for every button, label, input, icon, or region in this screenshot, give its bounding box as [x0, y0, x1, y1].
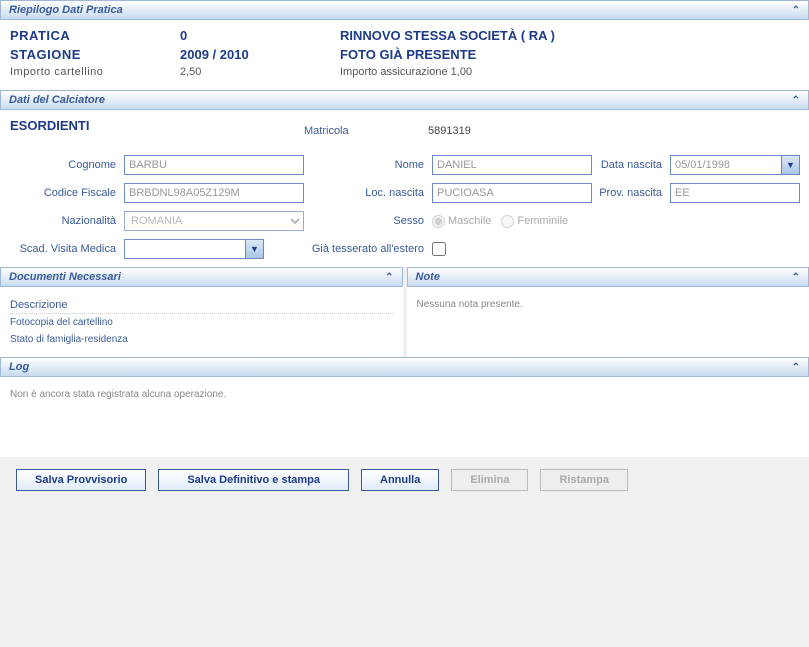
category-title: ESORDIENTI [10, 118, 300, 133]
sesso-radio-group: Maschile Femminile [432, 215, 592, 228]
cognome-label: Cognome [10, 159, 120, 171]
log-panel-body: Non è ancora stata registrata alcuna ope… [0, 377, 809, 457]
summary-header-title: Riepilogo Dati Pratica [9, 4, 123, 16]
data-nascita-field[interactable]: ▼ [670, 155, 800, 175]
salva-provvisorio-button[interactable]: Salva Provvisorio [16, 469, 146, 491]
collapse-icon[interactable]: ⌃ [792, 362, 800, 373]
nazionalita-label: Nazionalità [10, 215, 120, 227]
pratica-value: 0 [180, 28, 340, 43]
notes-panel-header[interactable]: Note ⌃ [407, 267, 809, 287]
cognome-input[interactable] [124, 155, 304, 175]
stagione-label: STAGIONE [10, 47, 180, 62]
player-header-title: Dati del Calciatore [9, 94, 105, 106]
matricola-label: Matricola [304, 125, 424, 137]
nome-input[interactable] [432, 155, 592, 175]
salva-definitivo-button[interactable]: Salva Definitivo e stampa [158, 469, 349, 491]
sesso-label: Sesso [308, 215, 428, 227]
operation-type: RINNOVO STESSA SOCIETÀ ( RA ) [340, 28, 555, 43]
summary-panel-header[interactable]: Riepilogo Dati Pratica ⌃ [0, 0, 809, 20]
scad-visita-input[interactable] [125, 240, 245, 258]
sesso-maschile-radio [432, 215, 445, 228]
scad-visita-label: Scad. Visita Medica [10, 243, 120, 255]
docs-panel-body: Descrizione Fotocopia del cartellino Sta… [0, 287, 403, 357]
player-panel-header[interactable]: Dati del Calciatore ⌃ [0, 90, 809, 110]
importo-cartellino-value: 2,50 [180, 66, 340, 78]
cf-label: Codice Fiscale [10, 187, 120, 199]
chevron-down-icon[interactable]: ▼ [781, 156, 799, 174]
log-header-title: Log [9, 361, 29, 373]
prov-nascita-label: Prov. nascita [596, 187, 666, 199]
notes-panel-body: Nessuna nota presente. [407, 287, 809, 357]
chevron-down-icon[interactable]: ▼ [245, 240, 263, 258]
notes-empty-text: Nessuna nota presente. [417, 295, 800, 314]
matricola-value: 5891319 [428, 125, 471, 137]
data-nascita-label: Data nascita [596, 159, 666, 171]
annulla-button[interactable]: Annulla [361, 469, 439, 491]
button-bar: Salva Provvisorio Salva Definitivo e sta… [0, 457, 809, 503]
doc-item[interactable]: Stato di famiglia-residenza [10, 331, 393, 348]
tesserato-label: Già tesserato all'estero [308, 243, 428, 255]
nome-label: Nome [308, 159, 428, 171]
collapse-icon[interactable]: ⌃ [792, 272, 800, 283]
doc-item[interactable]: Fotocopia del cartellino [10, 314, 393, 331]
cf-input[interactable] [124, 183, 304, 203]
importo-assicurazione: Importo assicurazione 1,00 [340, 66, 472, 78]
loc-nascita-label: Loc. nascita [308, 187, 428, 199]
stagione-value: 2009 / 2010 [180, 47, 340, 62]
prov-nascita-input[interactable] [670, 183, 800, 203]
sesso-femminile-radio [501, 215, 514, 228]
docs-panel-header[interactable]: Documenti Necessari ⌃ [0, 267, 403, 287]
log-panel-header[interactable]: Log ⌃ [0, 357, 809, 377]
nazionalita-select[interactable]: ROMANIA [124, 211, 304, 231]
docs-header-title: Documenti Necessari [9, 271, 121, 283]
foto-status: FOTO GIÀ PRESENTE [340, 47, 476, 62]
ristampa-button: Ristampa [540, 469, 628, 491]
collapse-icon[interactable]: ⌃ [792, 5, 800, 16]
player-panel-body: ESORDIENTI Matricola 5891319 Cognome Nom… [0, 110, 809, 267]
collapse-icon[interactable]: ⌃ [792, 95, 800, 106]
log-empty-text: Non è ancora stata registrata alcuna ope… [10, 385, 799, 404]
docs-desc-label: Descrizione [10, 295, 393, 314]
collapse-icon[interactable]: ⌃ [385, 272, 393, 283]
importo-cartellino-label: Importo cartellino [10, 66, 180, 78]
tesserato-checkbox[interactable] [432, 242, 446, 256]
scad-visita-field[interactable]: ▼ [124, 239, 264, 259]
summary-panel-body: PRATICA 0 RINNOVO STESSA SOCIETÀ ( RA ) … [0, 20, 809, 90]
elimina-button: Elimina [451, 469, 528, 491]
notes-header-title: Note [416, 271, 440, 283]
loc-nascita-input[interactable] [432, 183, 592, 203]
pratica-label: PRATICA [10, 28, 180, 43]
data-nascita-input[interactable] [671, 156, 781, 174]
